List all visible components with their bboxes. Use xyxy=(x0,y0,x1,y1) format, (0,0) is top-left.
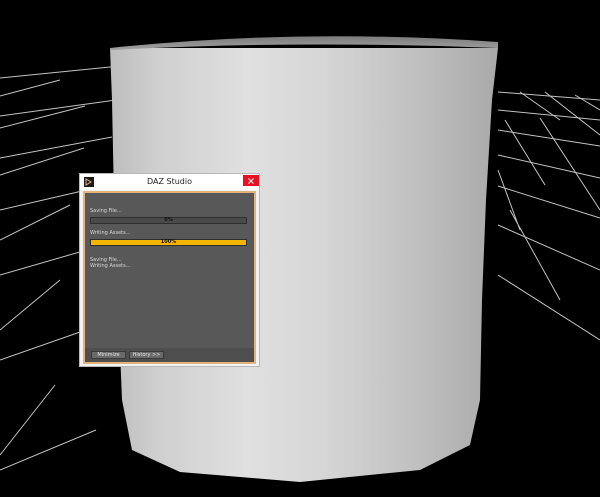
writing-assets-label: Writing Assets... xyxy=(90,230,131,236)
close-button[interactable] xyxy=(243,175,259,186)
dialog-frame: Saving File... 0% Writing Assets... 100%… xyxy=(83,191,256,364)
progress-dialog: DAZ Studio Saving File... 0% Writing Ass… xyxy=(79,173,260,367)
status-log: Saving File... Writing Assets... xyxy=(90,257,131,269)
writing-assets-progress-bar: 100% xyxy=(90,239,247,246)
saving-file-progress-text: 0% xyxy=(164,217,173,223)
writing-assets-progress-text: 100% xyxy=(160,239,177,245)
log-line: Writing Assets... xyxy=(90,263,131,269)
button-bar: Minimize History >> xyxy=(85,348,254,362)
minimize-button[interactable]: Minimize xyxy=(91,351,126,359)
progress-panel: Saving File... 0% Writing Assets... 100%… xyxy=(85,193,254,362)
title-bar[interactable]: DAZ Studio xyxy=(80,174,259,190)
close-icon xyxy=(248,177,254,184)
history-button[interactable]: History >> xyxy=(129,351,164,359)
cylinder-top xyxy=(110,36,498,50)
saving-file-label: Saving File... xyxy=(90,208,122,214)
saving-file-progress-bar: 0% xyxy=(90,217,247,224)
window-title: DAZ Studio xyxy=(147,177,192,186)
